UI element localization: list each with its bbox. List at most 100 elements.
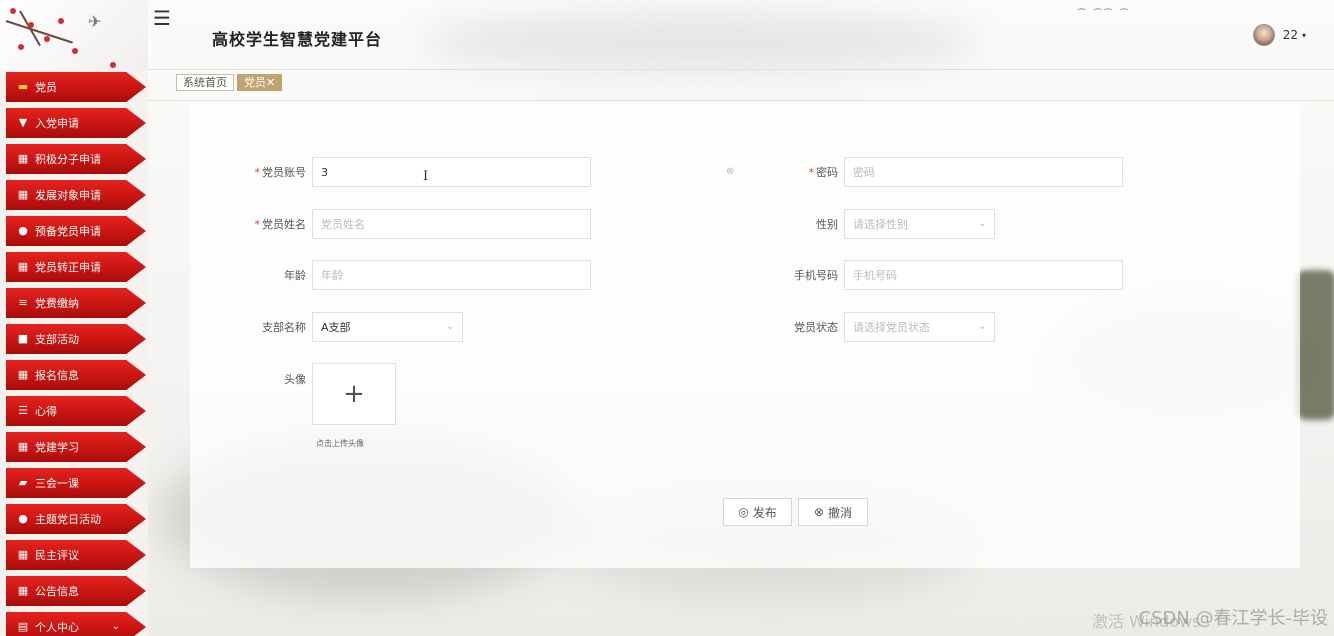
sidebar-item-minzhu-pingyi[interactable]: ▦ 民主评议: [6, 540, 146, 570]
cancel-button-label: 撤消: [828, 505, 853, 520]
table-icon: ▦: [17, 188, 29, 201]
sidebar-item-label: 民主评议: [35, 549, 79, 562]
branch-decoration: [5, 20, 73, 44]
publish-button[interactable]: ◎ 发布: [723, 498, 792, 526]
form-row-avatar: 头像 +: [242, 363, 396, 425]
branch-label: 支部名称: [262, 321, 306, 334]
sidebar-item-zhibu-huodong[interactable]: ■ 支部活动: [6, 324, 146, 354]
sidebar-item-label: 支部活动: [35, 333, 79, 346]
user-name: 22: [1282, 28, 1298, 42]
name-label: * 党员姓名: [242, 216, 312, 232]
sidebar-item-yubei-dangyuan[interactable]: ● 预备党员申请: [6, 216, 146, 246]
branch-select[interactable]: A支部 ⌄: [312, 312, 463, 342]
grid-icon: ▦: [17, 584, 29, 597]
text-cursor-icon: I: [423, 169, 429, 184]
sidebar-item-gonggao[interactable]: ▦ 公告信息: [6, 576, 146, 606]
folder-icon: ▰: [18, 476, 28, 489]
check-circle-icon: ◎: [738, 505, 749, 519]
form-row-phone: 手机号码 手机号码: [774, 260, 1123, 290]
header-divider: [148, 69, 1334, 70]
age-input[interactable]: 年龄: [312, 260, 591, 290]
required-mark: *: [254, 166, 261, 179]
tags-divider: [148, 100, 1334, 101]
age-label: 年龄: [284, 269, 306, 282]
blossom-decoration: [72, 48, 78, 54]
blossom-decoration: [28, 22, 34, 28]
form-row-age: 年龄 年龄: [242, 260, 591, 290]
avatar-upload[interactable]: +: [312, 363, 396, 425]
form-row-branch: 支部名称 A支部 ⌄: [242, 312, 463, 342]
chevron-down-icon: ⌄: [446, 322, 454, 332]
sidebar-item-dangfei[interactable]: ≡ 党费缴纳: [6, 288, 146, 318]
blossom-decoration: [110, 62, 116, 68]
sidebar-item-geren-zhongxin[interactable]: ▤ 个人中心 ⌄: [6, 612, 146, 636]
sidebar-item-label: 个人中心: [35, 621, 79, 634]
grid-icon: ▦: [17, 368, 29, 381]
plus-icon: +: [343, 379, 365, 409]
avatar: [1252, 24, 1275, 46]
sliders-icon: ☰: [18, 404, 28, 417]
tags-bar: 系统首页 党员✕: [176, 74, 283, 91]
form-row-account: * 党员账号 3: [242, 157, 591, 187]
cancel-button[interactable]: ⊗ 撤消: [798, 498, 868, 526]
caret-down-icon: ▾: [1301, 30, 1306, 40]
chevron-down-icon: ⌄: [978, 219, 986, 229]
name-input[interactable]: 党员姓名: [312, 209, 591, 239]
form-row-gender: 性别 请选择性别 ⌄: [774, 209, 995, 239]
grid-icon: ▦: [17, 548, 29, 561]
sidebar-item-zhuti-dangri[interactable]: ● 主题党日活动: [6, 504, 146, 534]
password-input[interactable]: 密码: [844, 157, 1123, 187]
blossom-decoration: [10, 8, 16, 14]
blossom-decoration: [58, 18, 64, 24]
close-circle-icon: ⊗: [813, 505, 825, 519]
branch-select-text: A支部: [321, 321, 351, 334]
sidebar-item-dangyuan[interactable]: ▬ 党员: [6, 72, 146, 102]
bird-icon: ✈: [88, 12, 102, 31]
sidebar-item-label: 入党申请: [35, 117, 79, 130]
form-panel: * 党员账号 3 I ⊗ * 密码 密码 * 党员姓名 党员姓名 性别 请选择性别 ⌄ …: [190, 104, 1300, 568]
sidebar-menu: ▬ 党员 ▼ 入党申请 ▦ 积极分子申请 ▦ 发展对象申请 ● 预备党员申请 ▦ 党员转正申…: [6, 72, 146, 636]
chevron-down-icon: ⌄: [111, 621, 120, 632]
required-mark: *: [808, 166, 815, 179]
user-icon: ●: [18, 224, 28, 237]
password-label: * 密码: [774, 164, 844, 180]
sidebar-item-sanhui-yike[interactable]: ▰ 三会一课: [6, 468, 146, 498]
grid-icon: ▦: [17, 152, 29, 165]
sidebar-item-jiji-fenzi[interactable]: ▦ 积极分子申请: [6, 144, 146, 174]
csdn-watermark: CSDN @春江学长-毕设: [1138, 608, 1328, 629]
sidebar-item-zhuanzheng[interactable]: ▦ 党员转正申请: [6, 252, 146, 282]
tab-home[interactable]: 系统首页: [176, 74, 234, 91]
user-icon: ●: [18, 512, 28, 525]
sidebar-item-rudang-shenqing[interactable]: ▼ 入党申请: [6, 108, 146, 138]
sidebar-item-label: 发展对象申请: [35, 189, 101, 202]
blossom-decoration: [18, 44, 24, 50]
clear-circle-icon[interactable]: ⊗: [726, 166, 734, 177]
gender-label: 性别: [816, 218, 838, 231]
phone-input[interactable]: 手机号码: [844, 260, 1123, 290]
monitor-icon: ▬: [17, 80, 29, 93]
user-menu[interactable]: 22 ▾: [1252, 24, 1306, 46]
video-icon: ■: [17, 332, 29, 345]
account-label-text: 党员账号: [262, 166, 306, 179]
sidebar-item-dangjian-xuexi[interactable]: ▦ 党建学习: [6, 432, 146, 462]
form-row-password: * 密码 密码: [774, 157, 1123, 187]
sidebar-item-label: 党员: [35, 81, 57, 94]
sidebar-item-label: 党建学习: [35, 441, 79, 454]
status-label: 党员状态: [794, 321, 838, 334]
tab-dangyuan[interactable]: 党员✕: [237, 74, 283, 91]
sidebar-item-label: 公告信息: [35, 585, 79, 598]
sidebar-item-label: 积极分子申请: [35, 153, 101, 166]
account-input[interactable]: 3: [312, 157, 591, 187]
gender-select[interactable]: 请选择性别 ⌄: [844, 209, 995, 239]
menu-toggle-icon[interactable]: ☰: [153, 8, 171, 28]
sidebar-item-baoming[interactable]: ▦ 报名信息: [6, 360, 146, 390]
gender-select-text: 请选择性别: [853, 218, 908, 231]
sidebar-item-label: 报名信息: [35, 369, 79, 382]
sidebar-item-label: 预备党员申请: [35, 225, 101, 238]
publish-button-label: 发布: [752, 505, 777, 520]
sidebar-item-fazhan-duixiang[interactable]: ▦ 发展对象申请: [6, 180, 146, 210]
mountain-decoration: [1296, 270, 1334, 420]
status-select[interactable]: 请选择党员状态 ⌄: [844, 312, 995, 342]
status-select-text: 请选择党员状态: [853, 321, 930, 334]
sidebar-item-xinde[interactable]: ☰ 心得: [6, 396, 146, 426]
